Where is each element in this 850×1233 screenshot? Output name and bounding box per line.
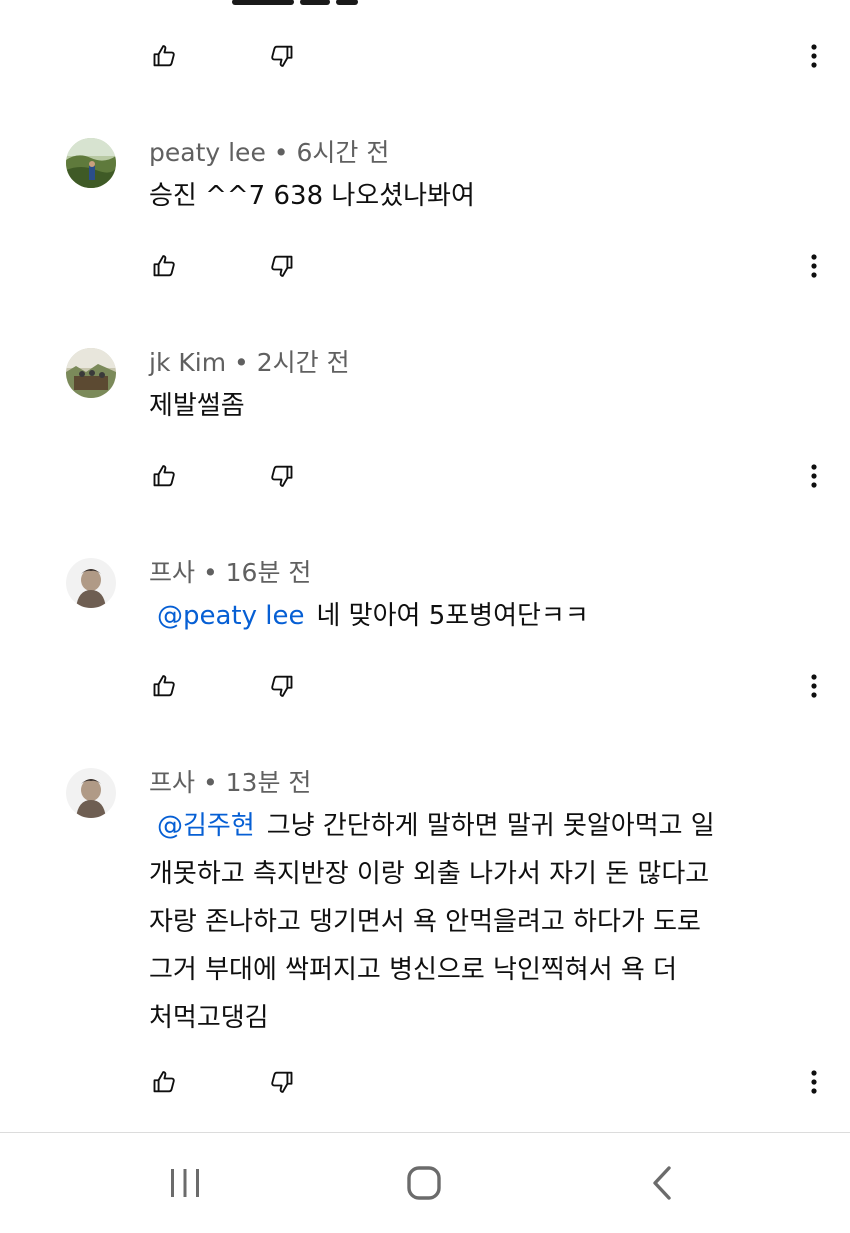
more-vertical-icon [811, 464, 817, 488]
comment-author[interactable]: 프사 [149, 558, 195, 587]
comment-actions [0, 246, 850, 286]
comment-line: @peaty lee 네 맞아여 5포병여단ㅋㅋ [157, 601, 589, 631]
more-vertical-icon [811, 254, 817, 278]
comment-meta: peaty lee • 6시간 전 [149, 138, 390, 167]
thumbs-down-icon [271, 45, 293, 67]
home-button[interactable] [394, 1161, 454, 1205]
dislike-button[interactable] [261, 36, 301, 76]
comment-meta: 프사 • 13분 전 [149, 768, 312, 797]
comment-author[interactable]: 프사 [149, 768, 195, 797]
back-button[interactable] [632, 1161, 692, 1205]
avatar[interactable] [66, 768, 116, 818]
more-vertical-icon [811, 1070, 817, 1094]
comment-meta: jk Kim • 2시간 전 [149, 348, 350, 377]
system-navigation-bar [0, 1132, 850, 1233]
like-button[interactable] [145, 456, 185, 496]
previous-comment-actions [0, 36, 850, 76]
like-button[interactable] [145, 36, 185, 76]
thumbs-up-icon [153, 675, 175, 697]
dislike-button[interactable] [261, 456, 301, 496]
more-vertical-icon [811, 674, 817, 698]
cut-off-comment-text [232, 0, 402, 5]
comment-actions [0, 666, 850, 706]
mention-link[interactable]: @김주현 [157, 811, 255, 841]
like-button[interactable] [145, 1062, 185, 1102]
comment-time: 16분 전 [225, 558, 312, 587]
more-options-button[interactable] [794, 1062, 834, 1102]
comment-text: 승진 ^^7 638 나오셨나봐여 [149, 172, 819, 220]
thumbs-up-icon [153, 465, 175, 487]
comment-text: @peaty lee 네 맞아여 5포병여단ㅋㅋ [149, 592, 819, 640]
more-options-button[interactable] [794, 246, 834, 286]
thumbs-up-icon [153, 1071, 175, 1093]
more-vertical-icon [811, 44, 817, 68]
dislike-button[interactable] [261, 246, 301, 286]
thumbs-up-icon [153, 255, 175, 277]
thumbs-down-icon [271, 255, 293, 277]
comment-time: 6시간 전 [296, 138, 390, 167]
comment-line: 그거 부대에 싹퍼지고 병신으로 낙인찍혀서 욕 더 [149, 955, 677, 985]
thumbs-down-icon [271, 1071, 293, 1093]
dislike-button[interactable] [261, 1062, 301, 1102]
comment-time: 2시간 전 [256, 348, 350, 377]
avatar[interactable] [66, 558, 116, 608]
dislike-button[interactable] [261, 666, 301, 706]
comment-text: @김주현 그냥 간단하게 말하면 말귀 못알아먹고 일 개못하고 측지반장 이랑 … [149, 802, 819, 1042]
comment-line: 승진 ^^7 638 나오셨나봐여 [149, 181, 475, 211]
thumbs-up-icon [153, 45, 175, 67]
like-button[interactable] [145, 246, 185, 286]
like-button[interactable] [145, 666, 185, 706]
comment-author[interactable]: peaty lee [149, 138, 266, 167]
comment-line: @김주현 그냥 간단하게 말하면 말귀 못알아먹고 일 [157, 811, 715, 841]
comment-author[interactable]: jk Kim [149, 348, 226, 377]
avatar[interactable] [66, 348, 116, 398]
avatar[interactable] [66, 138, 116, 188]
more-options-button[interactable] [794, 666, 834, 706]
more-options-button[interactable] [794, 36, 834, 76]
recent-apps-icon [171, 1169, 199, 1197]
comment-actions [0, 456, 850, 496]
comment-actions [0, 1062, 850, 1102]
comment-text: 제발썰좀 [149, 382, 819, 430]
home-icon [407, 1166, 441, 1200]
more-options-button[interactable] [794, 456, 834, 496]
comment-line: 자랑 존나하고 댕기면서 욕 안먹을려고 하다가 도로 [149, 907, 701, 937]
recent-apps-button[interactable] [155, 1161, 215, 1205]
thumbs-down-icon [271, 675, 293, 697]
comment-time: 13분 전 [225, 768, 312, 797]
thumbs-down-icon [271, 465, 293, 487]
mention-link[interactable]: @peaty lee [157, 601, 305, 631]
comment-meta: 프사 • 16분 전 [149, 558, 312, 587]
comment-line: 처먹고댕김 [149, 1003, 269, 1033]
back-icon [653, 1166, 671, 1200]
comment-line: 제발썰좀 [149, 391, 245, 421]
comment-line: 개못하고 측지반장 이랑 외출 나가서 자기 돈 많다고 [149, 859, 710, 889]
